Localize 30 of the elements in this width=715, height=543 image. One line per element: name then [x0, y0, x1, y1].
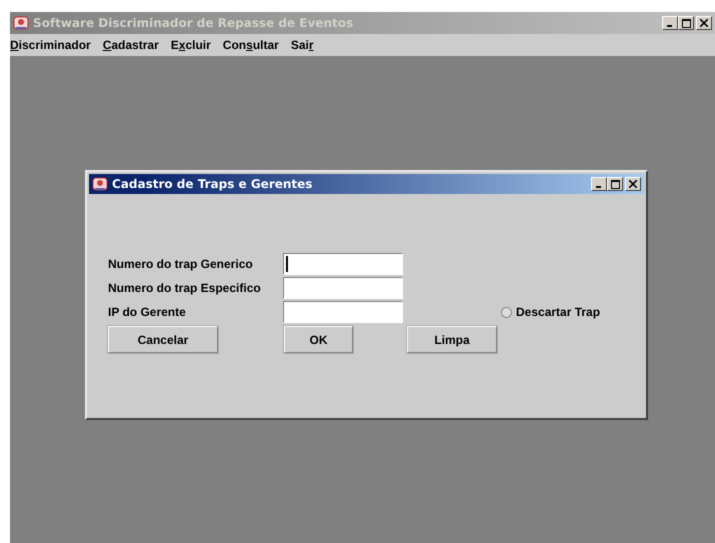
menu-item[interactable]: Discriminador: [10, 38, 91, 52]
maximize-button[interactable]: [678, 16, 694, 30]
radio-label: Descartar Trap: [516, 305, 600, 319]
input-field[interactable]: [283, 253, 403, 275]
maximize-button[interactable]: [607, 177, 623, 191]
field-label: Numero do trap Especifico: [108, 281, 262, 295]
minimize-button[interactable]: [591, 177, 607, 191]
dialog-button[interactable]: OK: [284, 326, 353, 353]
menu-item[interactable]: Sair: [290, 38, 314, 52]
field-label: IP do Gerente: [108, 305, 187, 319]
minimize-button[interactable]: [662, 16, 678, 30]
app-icon: [92, 176, 108, 192]
menu-item[interactable]: Excluir: [170, 38, 211, 52]
menu-item[interactable]: Consultar: [222, 38, 279, 52]
dialog-button[interactable]: Cancelar: [108, 326, 218, 353]
close-icon: [629, 180, 637, 188]
discard-radio[interactable]: Descartar Trap: [501, 305, 600, 319]
maximize-icon: [682, 18, 690, 28]
maximize-icon: [610, 180, 620, 188]
dialog-button[interactable]: Limpa: [407, 326, 497, 353]
close-button[interactable]: [625, 177, 641, 191]
window-title: Software Discriminador de Repasse de Eventos: [33, 16, 354, 30]
input-field[interactable]: [283, 301, 403, 323]
close-button[interactable]: [696, 16, 712, 30]
menu-item[interactable]: Cadastrar: [102, 38, 159, 52]
input-field[interactable]: [283, 277, 403, 299]
app-icon: [13, 15, 29, 31]
dialog-title: Cadastro de Traps e Gerentes: [112, 177, 314, 191]
field-label: Numero do trap Generico: [108, 257, 254, 271]
close-icon: [700, 19, 708, 27]
